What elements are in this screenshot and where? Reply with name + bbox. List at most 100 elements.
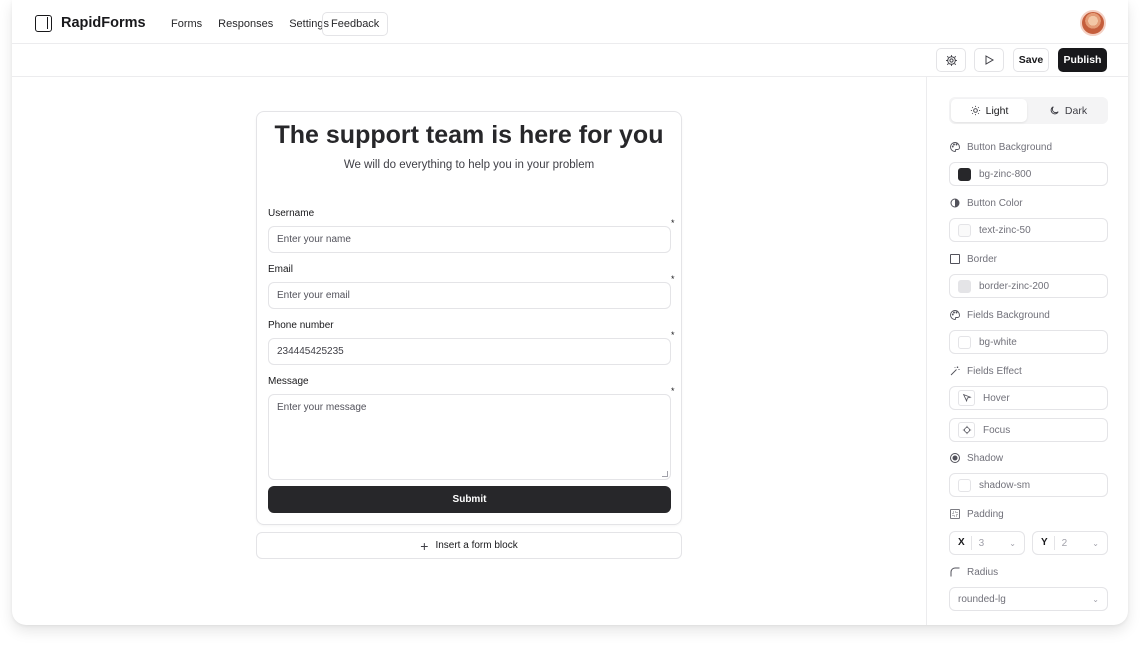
- padding-icon: [949, 508, 961, 520]
- fields-background-field[interactable]: bg-white: [949, 330, 1108, 354]
- user-avatar[interactable]: [1080, 10, 1106, 36]
- border-label-text: Border: [967, 253, 998, 265]
- shadow-swatch[interactable]: [958, 478, 971, 492]
- preview-button[interactable]: [974, 48, 1004, 72]
- play-icon: [985, 55, 995, 65]
- button-color-field[interactable]: text-zinc-50: [949, 218, 1108, 242]
- shadow-field[interactable]: shadow-sm: [949, 473, 1108, 497]
- crosshair-icon: [958, 422, 975, 438]
- button-background-swatch[interactable]: [958, 167, 971, 181]
- insert-form-block-button[interactable]: + Insert a form block: [256, 532, 682, 559]
- button-color-label: Button Color: [949, 197, 1023, 209]
- border-label: Border: [949, 253, 997, 265]
- nav-links: Forms Responses Settings: [171, 18, 345, 30]
- fields-background-label-text: Fields Background: [967, 309, 1050, 321]
- shadow-value: shadow-sm: [979, 479, 1031, 491]
- theme-light-label: Light: [985, 104, 1009, 117]
- nav-link-forms[interactable]: Forms: [171, 18, 202, 30]
- palette-icon: [949, 141, 961, 153]
- radius-value: rounded-lg: [958, 593, 1006, 605]
- message-required-marker: *: [671, 386, 675, 396]
- style-panel: Light Dark Button Background bg-zinc-800…: [926, 77, 1128, 625]
- publish-button[interactable]: Publish: [1058, 48, 1107, 72]
- username-label: Username: [268, 208, 315, 219]
- form-subtitle[interactable]: We will do everything to help you in you…: [257, 159, 681, 171]
- shadow-icon: [949, 452, 961, 464]
- message-placeholder: Enter your message: [277, 402, 367, 413]
- phone-required-marker: *: [671, 330, 675, 340]
- button-color-label-text: Button Color: [967, 197, 1023, 209]
- radius-label: Radius: [949, 566, 998, 578]
- border-swatch[interactable]: [958, 279, 971, 293]
- chevron-down-icon: ⌄: [1092, 594, 1099, 604]
- gear-icon: [945, 54, 957, 66]
- message-textarea[interactable]: Enter your message: [268, 394, 671, 480]
- app-window: RapidForms Forms Responses Settings Feed…: [12, 0, 1128, 625]
- button-background-label-text: Button Background: [967, 141, 1053, 153]
- contrast-icon: [949, 197, 961, 209]
- insert-form-block-label: Insert a form block: [435, 540, 518, 551]
- fields-background-value: bg-white: [979, 336, 1017, 348]
- email-input[interactable]: Enter your email: [268, 282, 671, 309]
- submit-button[interactable]: Submit: [268, 486, 671, 513]
- button-background-label: Button Background: [949, 141, 1052, 153]
- button-color-swatch[interactable]: [958, 223, 971, 237]
- padding-x-select[interactable]: X 3 ⌄: [949, 531, 1025, 555]
- radius-label-text: Radius: [967, 566, 999, 578]
- magic-wand-icon: [949, 365, 961, 377]
- radius-select[interactable]: rounded-lg ⌄: [949, 587, 1108, 611]
- square-icon: [949, 253, 961, 265]
- palette-icon: [949, 309, 961, 321]
- theme-dark-label: Dark: [1064, 104, 1088, 117]
- top-nav: RapidForms Forms Responses Settings Feed…: [12, 0, 1128, 44]
- username-required-marker: *: [671, 218, 675, 228]
- fields-effect-label: Fields Effect: [949, 365, 1022, 377]
- phone-input[interactable]: 234445425235: [268, 338, 671, 365]
- border-value: border-zinc-200: [979, 280, 1050, 292]
- settings-button[interactable]: [936, 48, 966, 72]
- cursor-icon: [958, 390, 975, 406]
- phone-label: Phone number: [268, 320, 334, 331]
- hover-effect-field[interactable]: Hover: [949, 386, 1108, 410]
- padding-y-axis-label: Y: [1033, 536, 1055, 550]
- app-logo-icon[interactable]: [35, 15, 52, 32]
- padding-x-value: 3: [978, 537, 985, 549]
- padding-y-select[interactable]: Y 2 ⌄: [1032, 531, 1108, 555]
- padding-y-value: 2: [1061, 537, 1068, 549]
- message-label: Message: [268, 376, 309, 387]
- focus-effect-field[interactable]: Focus: [949, 418, 1108, 442]
- chevron-down-icon: ⌄: [1009, 538, 1016, 548]
- theme-light-option[interactable]: Light: [951, 99, 1027, 122]
- shadow-label-text: Shadow: [967, 452, 1004, 464]
- button-color-value: text-zinc-50: [979, 224, 1031, 236]
- border-field[interactable]: border-zinc-200: [949, 274, 1108, 298]
- feedback-button[interactable]: Feedback: [322, 12, 389, 36]
- form-title[interactable]: The support team is here for you: [257, 121, 681, 150]
- resize-handle-icon[interactable]: [662, 471, 668, 477]
- app-name: RapidForms: [61, 15, 146, 31]
- chevron-down-icon: ⌄: [1092, 538, 1099, 548]
- padding-x-axis-label: X: [950, 536, 972, 550]
- plus-icon: +: [420, 537, 429, 554]
- theme-toggle: Light Dark: [949, 97, 1108, 124]
- fields-background-swatch[interactable]: [958, 335, 971, 349]
- padding-label-text: Padding: [967, 508, 1004, 520]
- moon-icon: [1050, 106, 1059, 115]
- form-card: The support team is here for you We will…: [256, 111, 682, 525]
- padding-label: Padding: [949, 508, 1004, 520]
- form-canvas: The support team is here for you We will…: [12, 77, 926, 625]
- save-button[interactable]: Save: [1013, 48, 1049, 72]
- hover-effect-label: Hover: [983, 392, 1010, 404]
- username-input[interactable]: Enter your name: [268, 226, 671, 253]
- editor-toolbar: Save Publish: [12, 44, 1128, 77]
- sun-icon: [970, 105, 980, 116]
- corner-radius-icon: [949, 566, 961, 578]
- email-required-marker: *: [671, 274, 675, 284]
- fields-effect-label-text: Fields Effect: [967, 365, 1022, 377]
- nav-link-responses[interactable]: Responses: [218, 18, 273, 30]
- theme-dark-option[interactable]: Dark: [1030, 99, 1106, 122]
- fields-background-label: Fields Background: [949, 309, 1050, 321]
- email-label: Email: [268, 264, 294, 275]
- button-background-field[interactable]: bg-zinc-800: [949, 162, 1108, 186]
- button-background-value: bg-zinc-800: [979, 168, 1032, 180]
